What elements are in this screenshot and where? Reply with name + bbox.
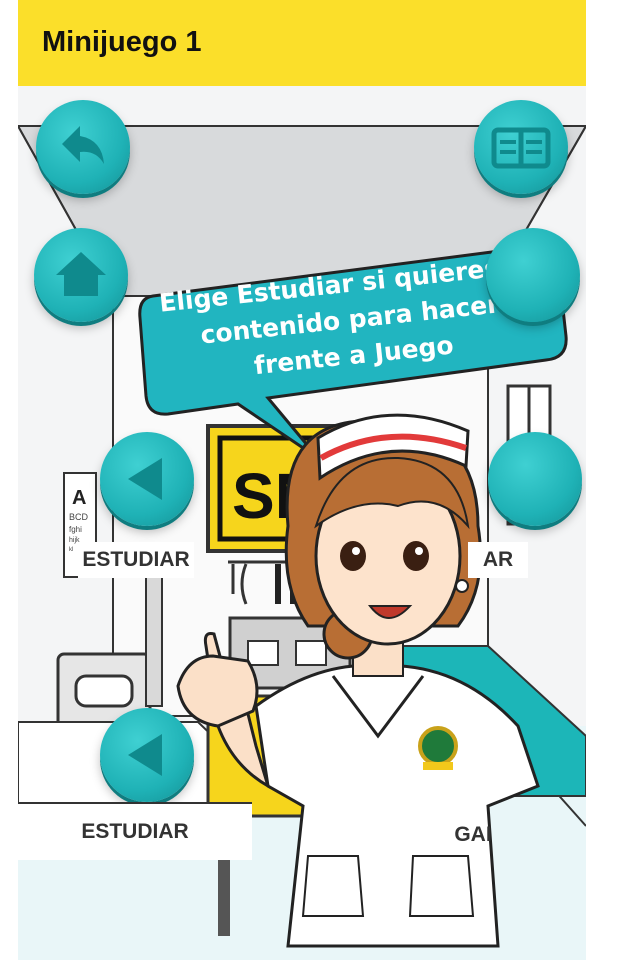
page-title: Minijuego 1 bbox=[42, 26, 202, 58]
home-button[interactable] bbox=[34, 228, 128, 322]
back-button[interactable] bbox=[36, 100, 130, 194]
triangle-left-icon bbox=[128, 458, 162, 500]
play-button-right-1[interactable] bbox=[488, 432, 582, 526]
study-play-button-2[interactable] bbox=[100, 708, 194, 802]
home-icon bbox=[56, 252, 106, 296]
undo-arrow-icon bbox=[62, 126, 104, 164]
study-play-button-1[interactable] bbox=[100, 432, 194, 526]
book-button[interactable] bbox=[474, 100, 568, 194]
triangle-left-icon bbox=[128, 734, 162, 776]
partial-round-button[interactable] bbox=[486, 228, 580, 322]
play-card-2[interactable]: GAI bbox=[448, 812, 498, 858]
header-bar: Minijuego 1 bbox=[18, 0, 586, 86]
app-screen: Minijuego 1 A BCD fghi hijk kl SN Elige … bbox=[18, 0, 586, 960]
play-card-1[interactable]: AR bbox=[468, 542, 528, 578]
study-card-2[interactable]: ESTUDIAR bbox=[18, 802, 252, 860]
book-icon bbox=[491, 127, 551, 169]
study-card-1[interactable]: ESTUDIAR bbox=[78, 542, 194, 578]
